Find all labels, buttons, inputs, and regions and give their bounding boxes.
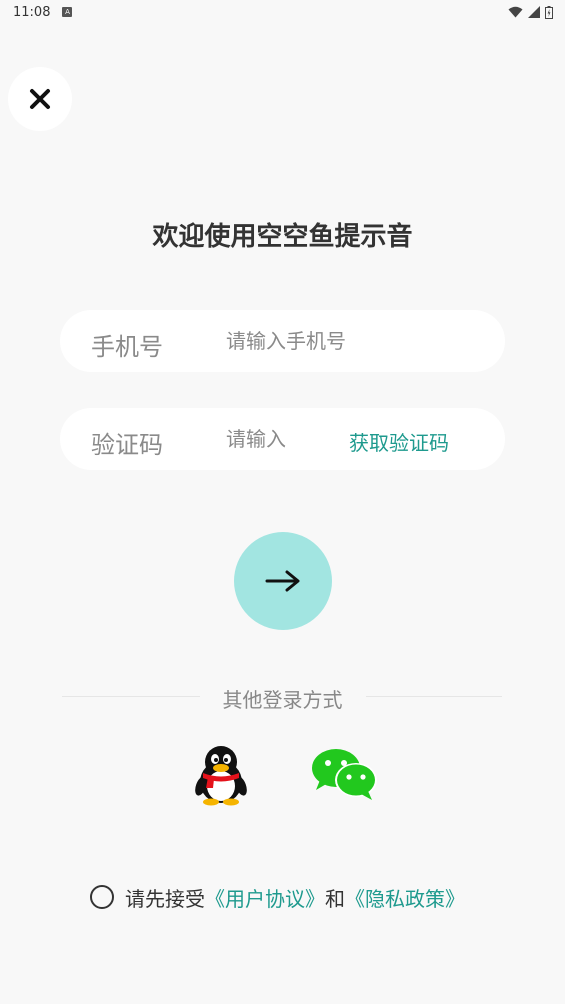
- status-left: 11:08 A: [13, 4, 73, 20]
- close-icon: [30, 89, 50, 109]
- arrow-right-icon: [265, 570, 300, 592]
- agreement-radio[interactable]: [90, 885, 114, 909]
- agreement-conjunction: 和: [325, 886, 345, 911]
- phone-label: 手机号: [91, 333, 163, 361]
- user-agreement-link[interactable]: 《用户协议》: [205, 883, 325, 912]
- notification-icon: A: [62, 7, 73, 17]
- qq-penguin-icon: [195, 746, 247, 806]
- status-bar: 11:08 A: [0, 0, 565, 24]
- wechat-login-button[interactable]: [310, 746, 378, 802]
- cellular-signal-icon: [528, 6, 540, 18]
- agreement-prefix: 请先接受: [125, 886, 205, 911]
- code-field: 验证码 获取验证码: [60, 408, 505, 470]
- wifi-icon: [508, 6, 523, 18]
- code-label: 验证码: [91, 431, 163, 459]
- code-input[interactable]: [226, 422, 336, 456]
- agreement-row: 请先接受 《用户协议》 和 《隐私政策》: [90, 883, 465, 911]
- divider-right: [366, 696, 502, 697]
- battery-icon: [545, 5, 553, 19]
- other-login-label: 其他登录方式: [222, 688, 343, 712]
- phone-field: 手机号: [60, 310, 505, 372]
- wechat-icon: [312, 749, 377, 800]
- submit-button[interactable]: [234, 532, 332, 630]
- status-icons: [508, 5, 553, 19]
- qq-login-button[interactable]: [194, 744, 248, 806]
- status-time: 11:08: [13, 4, 51, 20]
- phone-input[interactable]: [226, 324, 481, 358]
- get-code-button[interactable]: 获取验证码: [349, 427, 449, 456]
- close-button[interactable]: [8, 67, 72, 131]
- page-title: 欢迎使用空空鱼提示音: [152, 222, 413, 252]
- privacy-policy-link[interactable]: 《隐私政策》: [345, 883, 465, 912]
